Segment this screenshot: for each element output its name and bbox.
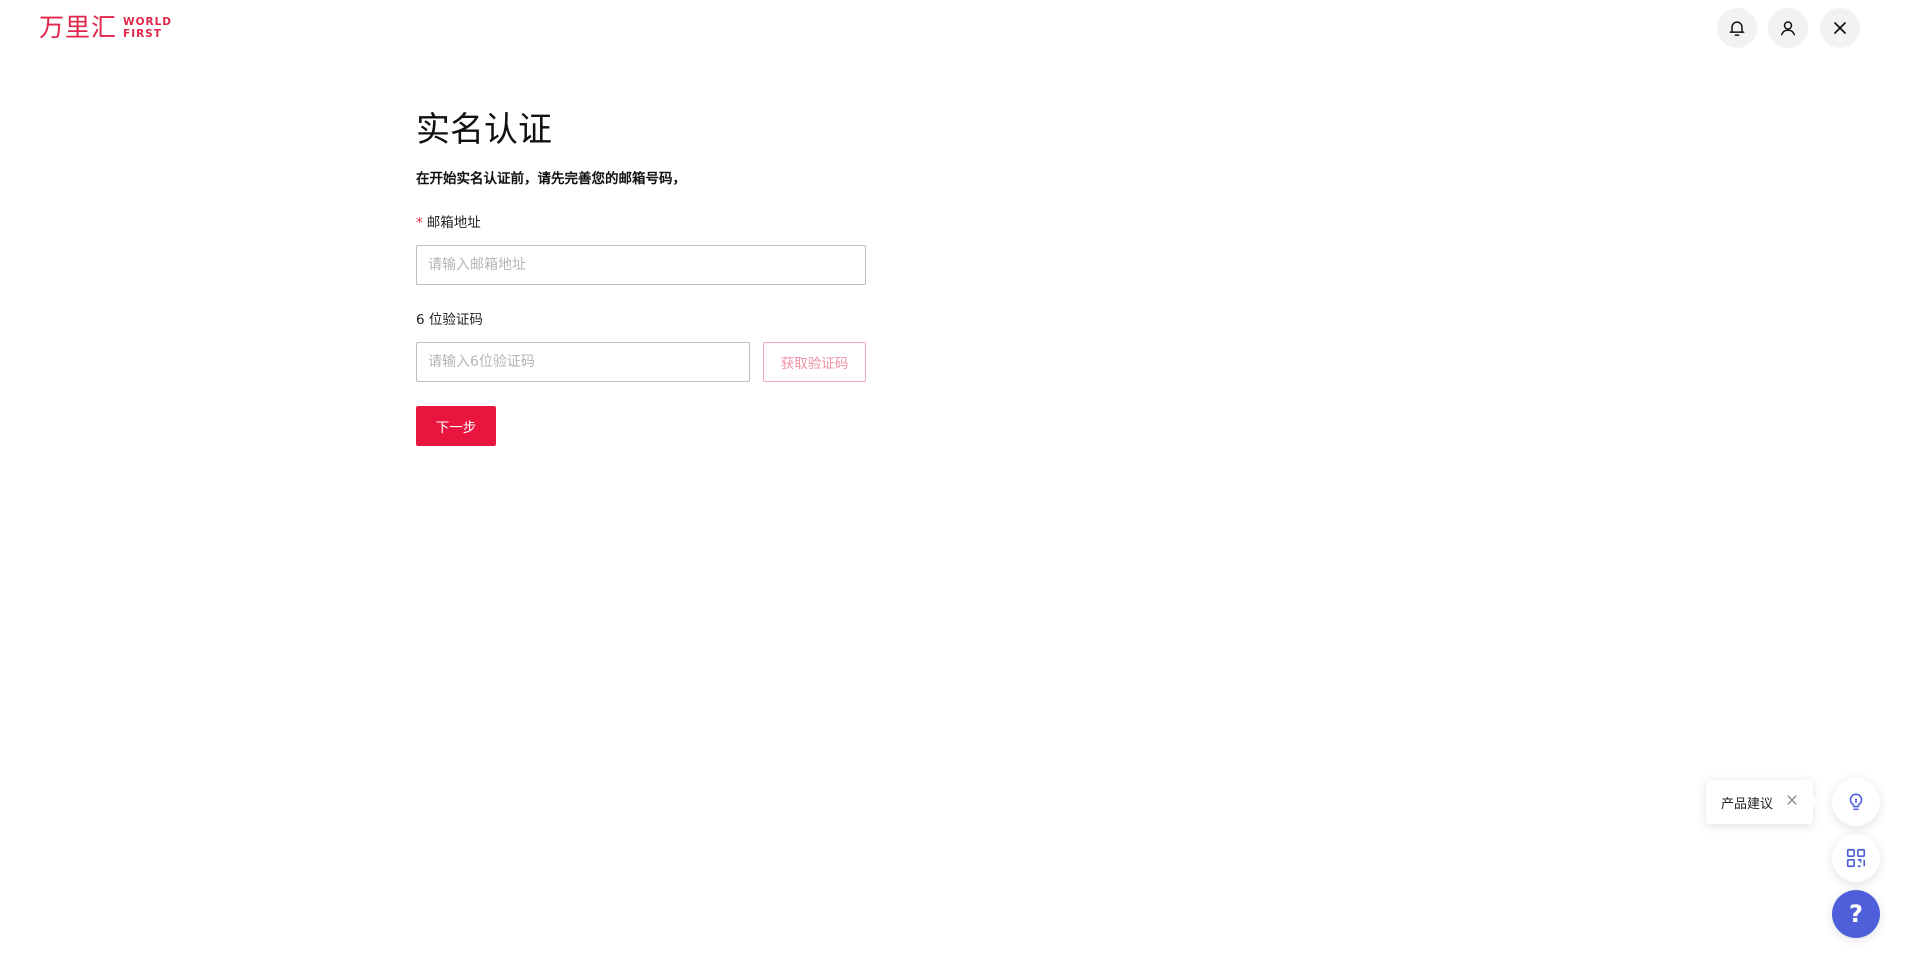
logo[interactable]: 万里汇 WORLD FIRST [39, 14, 172, 42]
logo-cn-text: 万里汇 [39, 13, 118, 42]
close-button[interactable] [1820, 8, 1860, 48]
suggestion-tooltip: 产品建议 [1706, 780, 1819, 824]
email-input[interactable] [416, 245, 866, 285]
verification-form: 实名认证 在开始实名认证前，请先完善您的邮箱号码， *邮箱地址 6 位验证码 获… [416, 100, 866, 446]
close-icon[interactable] [1785, 793, 1799, 807]
qr-code-button[interactable] [1832, 834, 1880, 882]
logo-en-text: WORLD FIRST [123, 16, 172, 40]
qr-code-icon [1846, 848, 1866, 868]
header: 万里汇 WORLD FIRST [0, 0, 1912, 56]
code-label: 6 位验证码 [416, 312, 483, 328]
bell-icon [1729, 21, 1745, 36]
lightbulb-icon [1849, 793, 1863, 811]
verification-code-input[interactable] [416, 342, 750, 382]
logo-en-line2: FIRST [123, 28, 162, 40]
get-code-button[interactable]: 获取验证码 [763, 342, 866, 382]
logo-en-line1: WORLD [123, 16, 173, 28]
user-icon [1781, 21, 1795, 36]
account-button[interactable] [1768, 8, 1808, 48]
page: 万里汇 WORLD FIRST 实名认证 在开始实名认证前，请先完善您的邮箱号码… [0, 0, 1912, 962]
suggestion-button[interactable] [1832, 778, 1880, 826]
required-mark: * [416, 215, 423, 231]
close-icon [1834, 22, 1846, 34]
notification-button[interactable] [1717, 8, 1757, 48]
email-label-text: 邮箱地址 [426, 215, 481, 231]
help-button[interactable]: ? [1832, 890, 1880, 938]
form-subtitle: 在开始实名认证前，请先完善您的邮箱号码， [416, 171, 686, 187]
question-icon: ? [1849, 900, 1863, 928]
next-button[interactable]: 下一步 [416, 406, 496, 446]
code-row: 获取验证码 [416, 342, 866, 382]
suggestion-label: 产品建议 [1721, 796, 1774, 812]
page-title: 实名认证 [416, 110, 552, 150]
email-label: * 邮箱地址 [416, 214, 866, 232]
